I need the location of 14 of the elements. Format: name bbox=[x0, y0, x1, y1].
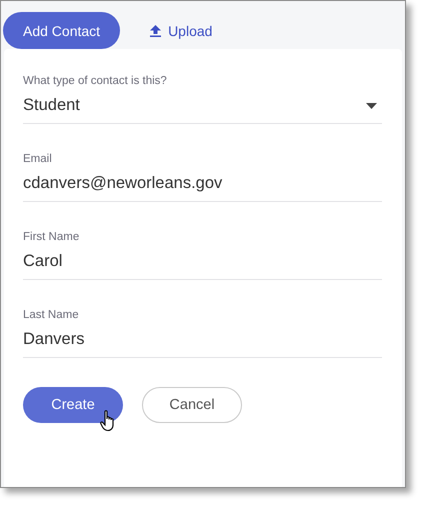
input-field[interactable]: Danvers bbox=[23, 321, 382, 358]
upload-icon bbox=[150, 24, 162, 36]
cancel-button[interactable]: Cancel bbox=[142, 387, 242, 423]
tab[interactable]: Add Contact bbox=[3, 12, 120, 49]
tab[interactable]: Upload bbox=[130, 12, 232, 49]
input-field[interactable]: cdanvers@neworleans.gov bbox=[23, 165, 382, 202]
dropdown-field[interactable]: Student bbox=[23, 87, 382, 124]
input-field[interactable]: Carol bbox=[23, 243, 382, 280]
field-label: What type of contact is this? bbox=[23, 75, 168, 87]
field-label: Email bbox=[23, 153, 53, 165]
create-button[interactable]: Create bbox=[23, 387, 123, 423]
field-label: First Name bbox=[23, 231, 80, 243]
field-label: Last Name bbox=[23, 309, 80, 321]
dropdown-caret-icon bbox=[366, 102, 377, 108]
